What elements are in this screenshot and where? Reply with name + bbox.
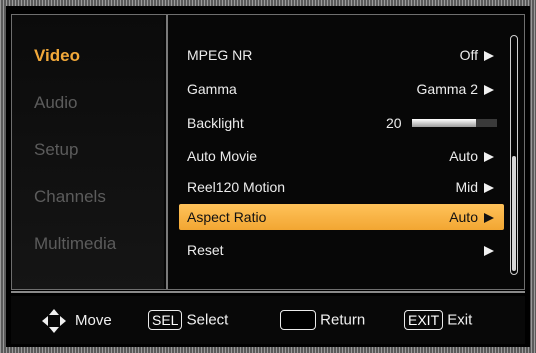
arrow-right-icon	[484, 183, 494, 193]
return-label: Return	[320, 311, 366, 329]
arrow-right-icon	[484, 152, 494, 162]
backlight-slider[interactable]	[412, 119, 497, 127]
scrollbar-thumb[interactable]	[512, 156, 516, 271]
hint-move: Move	[41, 309, 131, 333]
exit-label: Exit	[447, 311, 473, 329]
sidebar-divider	[166, 15, 168, 289]
exit-key: EXIT	[404, 310, 444, 330]
arrow-right-icon	[484, 85, 494, 95]
osd-menu-panel: Video Audio Setup Channels Multimedia MP…	[11, 14, 525, 290]
hint-exit: EXIT Exit	[404, 310, 472, 332]
sel-key: SEL	[148, 310, 183, 330]
menu-row-value: Auto	[449, 148, 478, 164]
menu-row-aspect-ratio[interactable]: Aspect Ratio Auto	[179, 204, 504, 230]
select-label: Select	[186, 311, 229, 329]
menu-row-label: Backlight	[187, 115, 244, 131]
menu-scrollbar[interactable]	[510, 35, 518, 275]
backlight-slider-fill	[412, 119, 476, 127]
menu-row-label: Reset	[187, 242, 224, 258]
arrow-right-icon	[484, 213, 494, 223]
menu-row-label: Reel120 Motion	[187, 179, 286, 195]
sidebar-item-multimedia[interactable]: Multimedia	[34, 234, 116, 254]
menu-row-reset[interactable]: Reset	[179, 237, 504, 263]
sidebar-item-video[interactable]: Video	[34, 46, 80, 66]
menu-row-value: Gamma 2	[416, 81, 478, 97]
menu-row-label: Aspect Ratio	[187, 209, 267, 225]
backlight-value: 20	[386, 115, 402, 131]
category-sidebar: Video Audio Setup Channels Multimedia	[12, 15, 164, 289]
arrow-right-icon	[484, 51, 494, 61]
move-arrows-icon	[42, 309, 66, 333]
hint-select: SEL Select	[148, 310, 228, 332]
sidebar-item-audio[interactable]: Audio	[34, 93, 77, 113]
menu-row-value: Mid	[455, 179, 478, 195]
menu-row-mpeg-nr[interactable]: MPEG NR Off	[179, 42, 504, 68]
button-hint-bar: Move SEL Select Return EXIT Exit	[11, 296, 525, 344]
arrow-right-icon	[484, 246, 494, 256]
move-label: Move	[75, 312, 112, 329]
menu-row-label: MPEG NR	[187, 47, 253, 63]
sidebar-item-setup[interactable]: Setup	[34, 140, 78, 160]
menu-row-reel120-motion[interactable]: Reel120 Motion Mid	[179, 174, 504, 200]
menu-row-auto-movie[interactable]: Auto Movie Auto	[179, 143, 504, 169]
menu-row-gamma[interactable]: Gamma Gamma 2	[179, 76, 504, 102]
menu-row-value: Off	[459, 47, 478, 63]
return-key	[280, 310, 316, 330]
menu-row-label: Auto Movie	[187, 148, 258, 164]
hint-return: Return	[280, 310, 365, 332]
menu-row-label: Gamma	[187, 81, 237, 97]
sidebar-item-channels[interactable]: Channels	[34, 187, 106, 207]
menu-row-value: Auto	[449, 209, 478, 225]
footer-divider	[11, 291, 525, 293]
menu-row-backlight[interactable]: Backlight 20	[179, 110, 504, 136]
